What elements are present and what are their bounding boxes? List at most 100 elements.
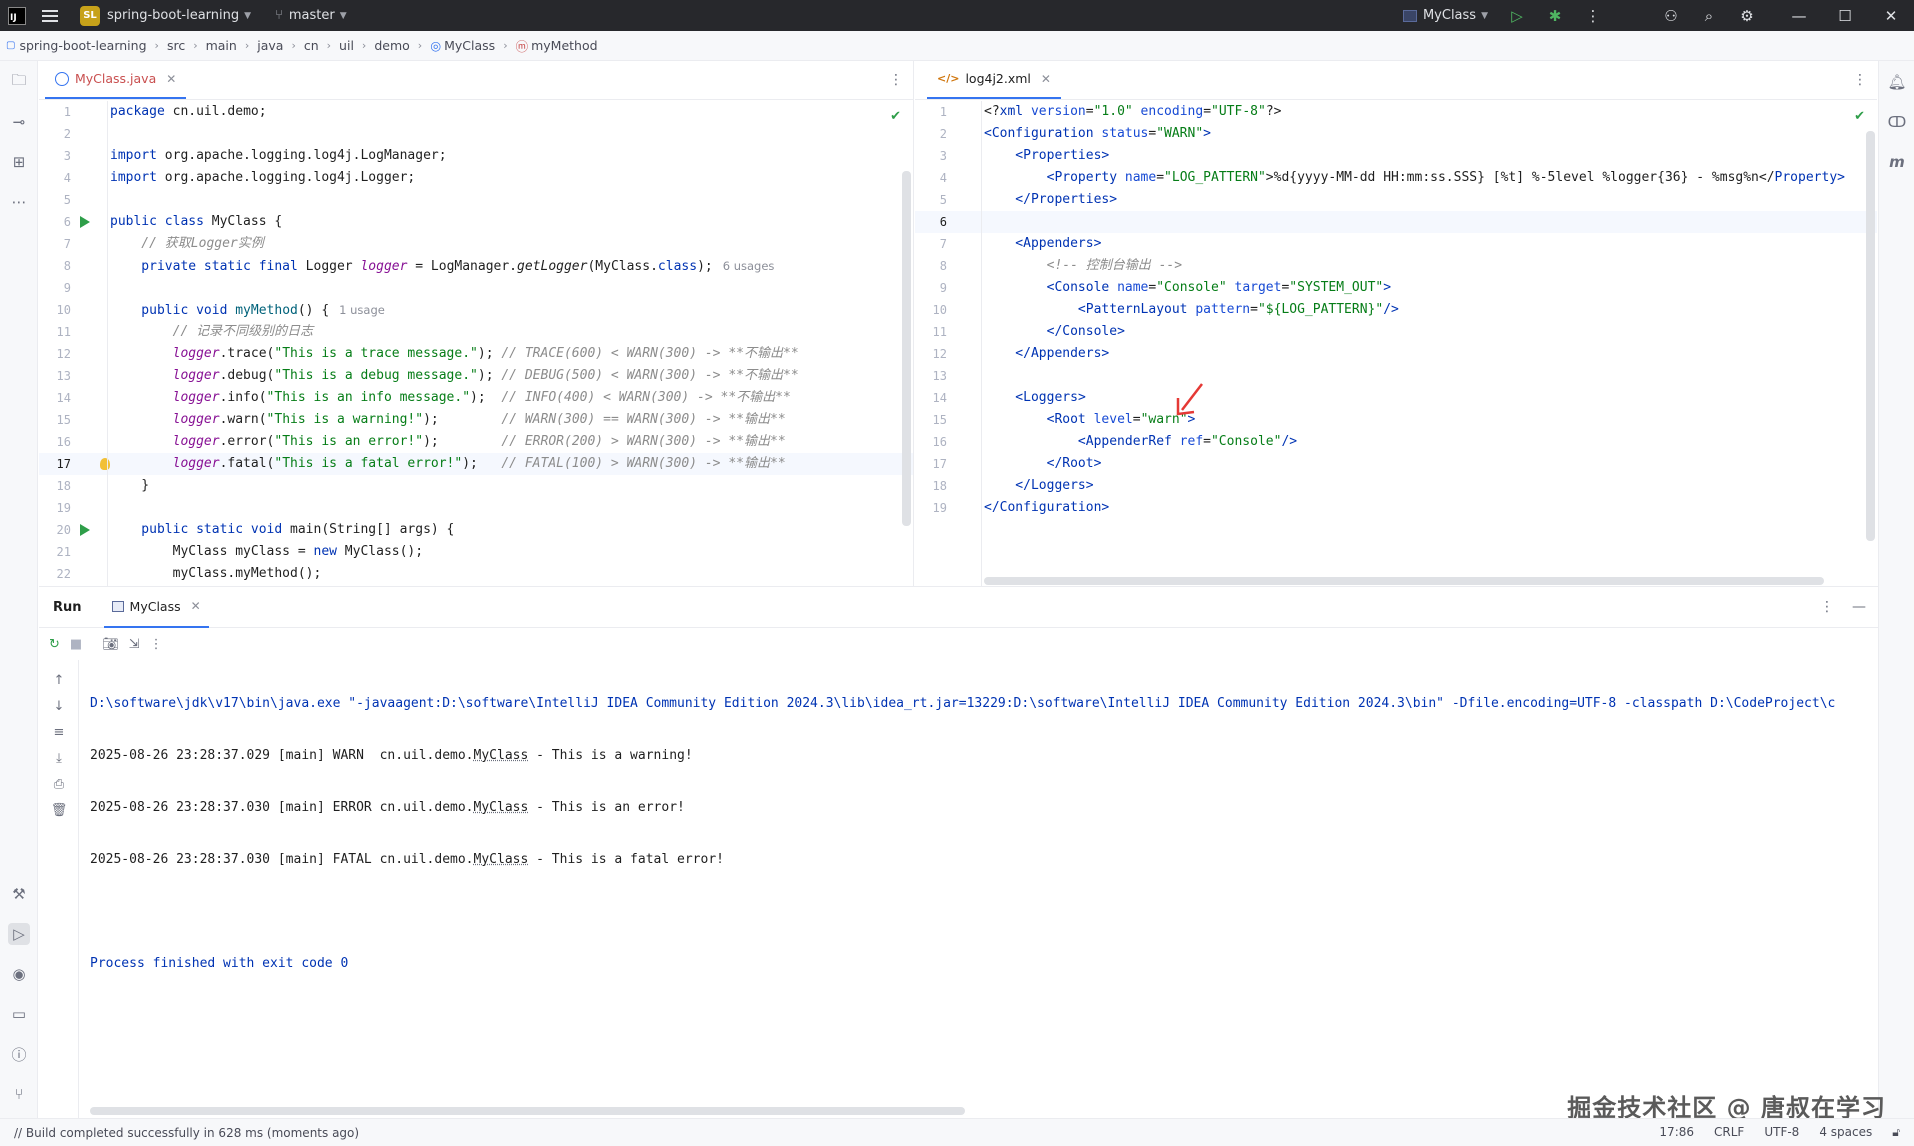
- code-token: logger: [110, 346, 220, 361]
- print-icon[interactable]: ⎙: [49, 774, 69, 794]
- git-icon[interactable]: ⑂: [8, 1083, 30, 1105]
- code-comment: // 记录不同级别的日志: [110, 324, 314, 339]
- project-folder-icon[interactable]: 🗀: [8, 71, 30, 93]
- console-line: 2025-08-26 23:28:37.030 [main] ERROR cn.…: [90, 797, 1878, 819]
- ai-assistant-icon[interactable]: ↀ: [1886, 111, 1908, 133]
- build-status-message[interactable]: // Build completed successfully in 628 m…: [14, 1126, 359, 1140]
- xml-code-area[interactable]: 1 <?xml version="1.0" encoding="UTF-8"?> …: [915, 101, 1877, 586]
- settings-gear-icon[interactable]: ⚙: [1728, 0, 1766, 31]
- code-with-me-icon[interactable]: ⚇: [1652, 0, 1690, 31]
- lock-icon[interactable]: 🔓︎: [1892, 1125, 1900, 1140]
- notifications-bell-icon[interactable]: 🔔︎: [1886, 71, 1908, 93]
- line-separator[interactable]: CRLF: [1714, 1125, 1744, 1140]
- horizontal-scrollbar[interactable]: [984, 577, 1824, 585]
- run-gutter-icon[interactable]: [77, 519, 93, 541]
- vertical-scrollbar[interactable]: [1866, 131, 1875, 541]
- terminal-icon[interactable]: ▭: [8, 1003, 30, 1025]
- close-tab-icon[interactable]: ✕: [1041, 72, 1051, 86]
- close-tab-icon[interactable]: ✕: [166, 72, 176, 86]
- maven-icon[interactable]: m: [1886, 151, 1908, 173]
- search-icon[interactable]: ⌕: [1690, 0, 1728, 31]
- breadcrumb-item[interactable]: myMethod: [531, 38, 597, 53]
- caret-position[interactable]: 17:86: [1659, 1125, 1694, 1140]
- project-selector[interactable]: SL spring-boot-learning ▼: [72, 0, 259, 31]
- java-code-area[interactable]: 1 package cn.uil.demo; 2 3 import org.apac…: [39, 101, 913, 586]
- code-line: 4 import org.apache.logging.log4j.Logger;: [39, 167, 913, 189]
- indent-setting[interactable]: 4 spaces: [1819, 1125, 1872, 1140]
- editor-options-icon[interactable]: ⋮: [889, 72, 903, 88]
- options-icon[interactable]: ⋮: [1820, 599, 1834, 615]
- more-tools-icon[interactable]: ⋯: [8, 191, 30, 213]
- up-arrow-icon[interactable]: ↑: [49, 670, 69, 690]
- breadcrumb-item[interactable]: MyClass: [444, 38, 495, 53]
- tab-myclass-java[interactable]: MyClass.java ✕: [45, 61, 187, 99]
- problems-icon[interactable]: ⓘ: [8, 1043, 30, 1065]
- stop-icon[interactable]: ■: [70, 637, 82, 652]
- code-line: 14 <Loggers>: [915, 387, 1877, 409]
- breadcrumb-item[interactable]: demo: [374, 38, 409, 53]
- down-arrow-icon[interactable]: ↓: [49, 696, 69, 716]
- breadcrumb-item[interactable]: spring-boot-learning: [19, 38, 146, 53]
- editor-options-icon[interactable]: ⋮: [1853, 72, 1867, 88]
- soft-wrap-icon[interactable]: ≡: [49, 722, 69, 742]
- close-tab-icon[interactable]: ✕: [191, 599, 201, 613]
- hide-panel-icon[interactable]: —: [1852, 599, 1866, 615]
- run-tool-icon[interactable]: ▷: [8, 923, 30, 945]
- branch-selector[interactable]: ⑂ master ▼: [267, 0, 355, 31]
- xml-attr: encoding: [1132, 104, 1204, 119]
- close-icon[interactable]: ✕: [1868, 0, 1914, 31]
- trash-icon[interactable]: 🗑︎: [49, 800, 69, 820]
- structure-icon[interactable]: ⊞: [8, 151, 30, 173]
- more-actions-icon[interactable]: ⋮: [150, 637, 163, 652]
- code-line: 3 import org.apache.logging.log4j.LogMana…: [39, 145, 913, 167]
- code-line: 5: [39, 189, 913, 211]
- run-tab-myclass[interactable]: MyClass ✕: [103, 587, 209, 628]
- vertical-scrollbar[interactable]: [902, 171, 911, 526]
- console-output[interactable]: D:\software\jdk\v17\bin\java.exe "-javaa…: [90, 663, 1878, 1005]
- breadcrumb-item[interactable]: java: [257, 38, 283, 53]
- maximize-icon[interactable]: ☐: [1822, 0, 1868, 31]
- code-line: 9 <Console name="Console" target="SYSTEM…: [915, 277, 1877, 299]
- line-number: 19: [56, 501, 71, 515]
- code-line: 15 logger.warn("This is a warning!"); //…: [39, 409, 913, 431]
- tab-log4j2-xml[interactable]: </> log4j2.xml ✕: [927, 61, 1061, 99]
- file-encoding[interactable]: UTF-8: [1764, 1125, 1799, 1140]
- code-token: =: [1132, 412, 1141, 427]
- console-class-link[interactable]: MyClass: [474, 800, 529, 815]
- console-class-link[interactable]: MyClass: [474, 852, 529, 867]
- chevron-right-icon: ›: [417, 39, 423, 52]
- code-token: </: [984, 324, 1063, 339]
- run-gutter-icon[interactable]: [77, 211, 93, 233]
- code-comment: // WARN(300) == WARN(300) -> **输出**: [501, 412, 786, 427]
- debug-icon[interactable]: ✱: [1536, 0, 1574, 31]
- chevron-right-icon: ›: [361, 39, 367, 52]
- rerun-icon[interactable]: ↻: [49, 637, 60, 652]
- line-number: 4: [939, 171, 947, 185]
- main-menu-icon[interactable]: [42, 9, 58, 22]
- line-number: 5: [63, 193, 71, 207]
- run-configuration-selector[interactable]: MyClass ▼: [1393, 8, 1498, 23]
- restore-layout-icon[interactable]: ⇲: [129, 637, 140, 652]
- breadcrumb-item[interactable]: cn: [304, 38, 319, 53]
- scroll-to-end-icon[interactable]: ⤓: [49, 748, 69, 768]
- usages-hint[interactable]: 1 usage: [339, 303, 385, 317]
- code-line: 18 </Loggers>: [915, 475, 1877, 497]
- code-token: (MyClass.: [587, 259, 658, 274]
- code-token: myMethod: [227, 303, 298, 318]
- app-logo[interactable]: IJ: [8, 6, 26, 25]
- build-hammer-icon[interactable]: ⚒: [8, 883, 30, 905]
- screenshot-icon[interactable]: 📷︎: [102, 637, 119, 652]
- breadcrumb-item[interactable]: main: [206, 38, 237, 53]
- breadcrumb-item[interactable]: src: [167, 38, 185, 53]
- line-number: 1: [63, 105, 71, 119]
- code-line: 17 </Root>: [915, 453, 1877, 475]
- breadcrumb-item[interactable]: uil: [339, 38, 354, 53]
- usages-hint[interactable]: 6 usages: [723, 259, 775, 273]
- commit-icon[interactable]: ⊸: [8, 111, 30, 133]
- console-class-link[interactable]: MyClass: [474, 748, 529, 763]
- horizontal-scrollbar[interactable]: [90, 1107, 965, 1115]
- run-icon[interactable]: ▷: [1498, 0, 1536, 31]
- more-actions-icon[interactable]: ⋮: [1574, 0, 1612, 31]
- services-icon[interactable]: ◉: [8, 963, 30, 985]
- minimize-icon[interactable]: —: [1776, 0, 1822, 31]
